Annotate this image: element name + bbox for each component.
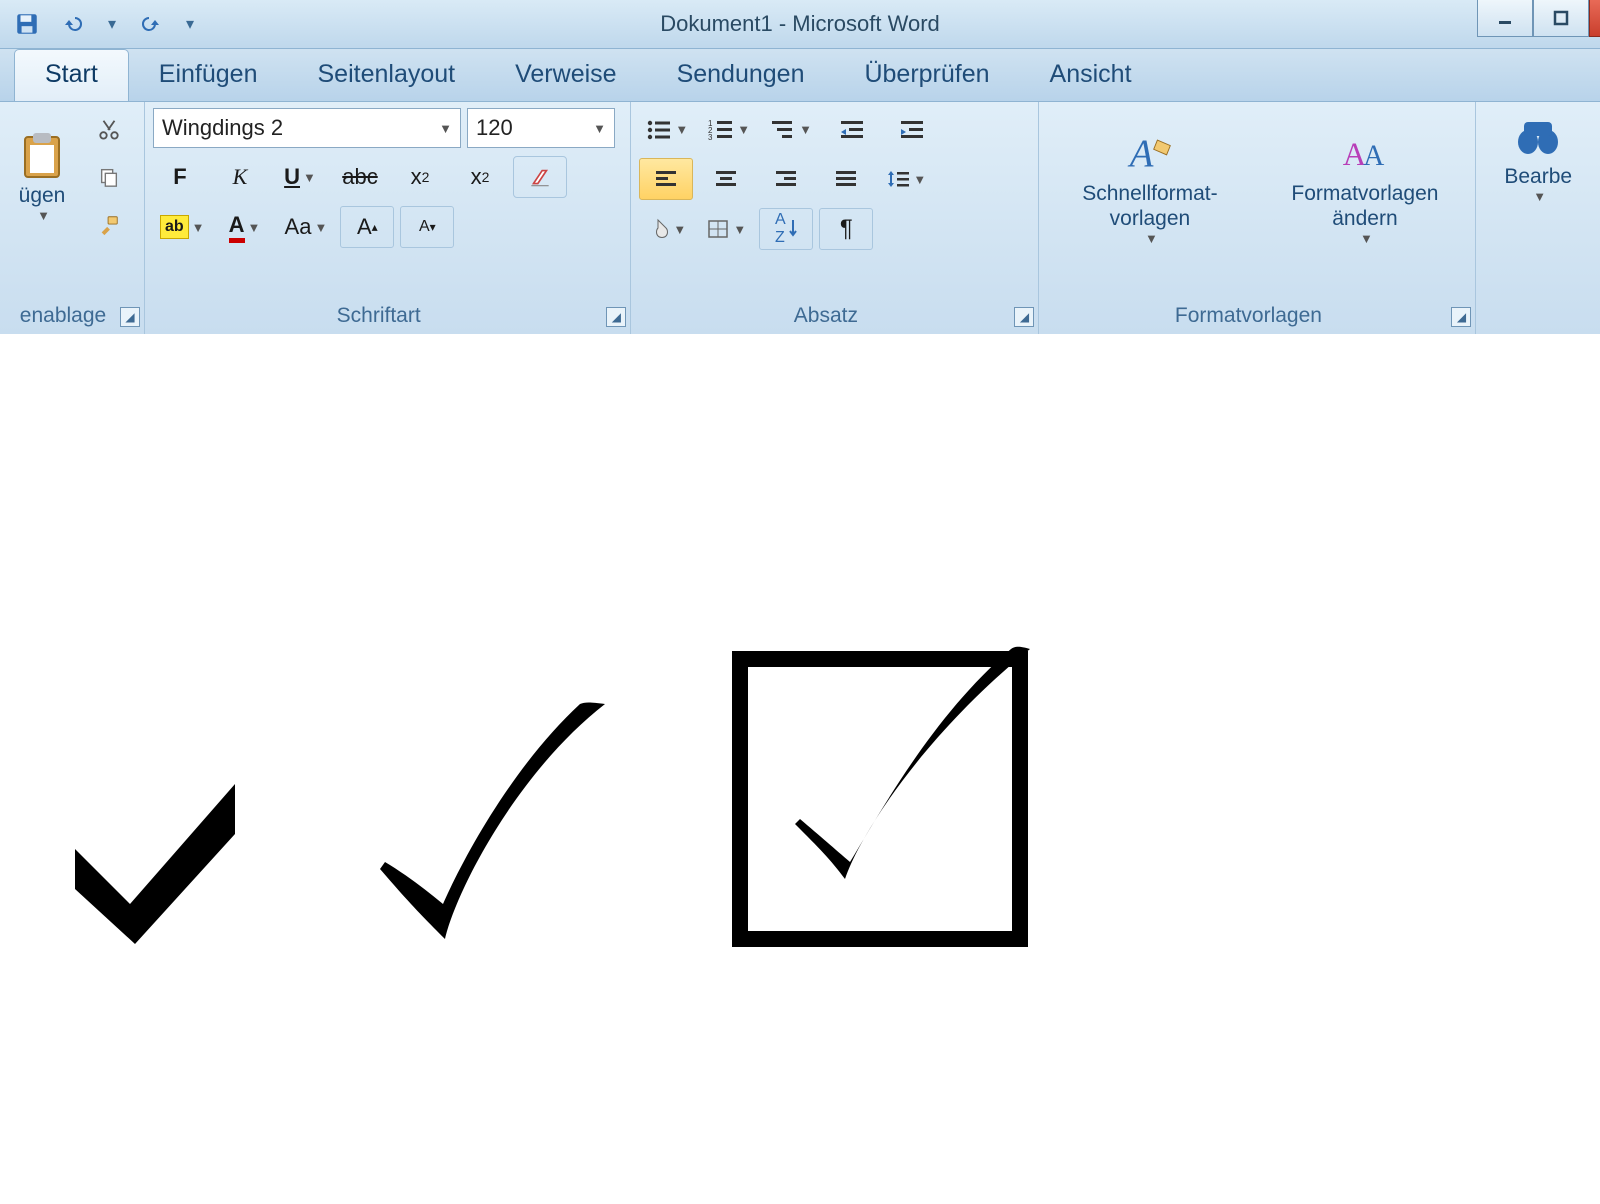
redo-button[interactable] <box>134 7 168 41</box>
quick-styles-label: Schnellformat- vorlagen <box>1082 181 1217 231</box>
paste-button[interactable]: ügen ▼ <box>8 108 76 246</box>
font-color-button[interactable]: A▼ <box>218 206 272 248</box>
show-hide-button[interactable]: ¶ <box>819 208 873 250</box>
strikethrough-button[interactable]: abc <box>333 156 387 198</box>
clear-formatting-button[interactable] <box>513 156 567 198</box>
borders-button[interactable]: ▼ <box>699 208 753 250</box>
ribbon-tabs: Start Einfügen Seitenlayout Verweise Sen… <box>0 49 1600 102</box>
binoculars-icon <box>1514 112 1562 160</box>
heavy-check-symbol <box>55 754 245 954</box>
svg-text:3: 3 <box>708 133 713 140</box>
align-left-button[interactable] <box>639 158 693 200</box>
minimize-button[interactable] <box>1477 0 1533 37</box>
light-check-symbol <box>355 694 615 954</box>
qat-dropdown[interactable]: ▾ <box>102 10 122 38</box>
tab-mailings[interactable]: Sendungen <box>647 50 835 101</box>
font-name-combo[interactable]: Wingdings 2▼ <box>153 108 461 148</box>
group-label-clipboard: enablage <box>0 304 126 328</box>
group-styles: A Schnellformat- vorlagen▼ AA Formatvorl… <box>1039 102 1476 334</box>
editing-label: Bearbe <box>1504 164 1572 189</box>
group-label-paragraph: Absatz <box>631 304 1020 328</box>
dialog-launcher-styles[interactable]: ◢ <box>1451 307 1471 327</box>
decrease-indent-button[interactable] <box>825 108 879 150</box>
numbering-button[interactable]: 123▼ <box>701 108 757 150</box>
tab-insert[interactable]: Einfügen <box>129 50 288 101</box>
save-button[interactable] <box>10 7 44 41</box>
document-area[interactable] <box>0 334 1600 1202</box>
justify-button[interactable] <box>819 158 873 200</box>
svg-text:A: A <box>1363 140 1384 172</box>
styles-a-icon: A <box>1126 129 1174 177</box>
quick-access-toolbar: ▾ ▾ <box>0 7 200 41</box>
change-styles-button[interactable]: AA Formatvorlagen ändern▼ <box>1262 125 1467 251</box>
group-label-font: Schriftart <box>145 304 612 328</box>
chevron-down-icon: ▼ <box>34 208 50 224</box>
quick-styles-button[interactable]: A Schnellformat- vorlagen▼ <box>1047 125 1252 251</box>
italic-button[interactable]: K <box>213 156 267 198</box>
change-case-button[interactable]: Aa▼ <box>278 206 335 248</box>
group-font: Wingdings 2▼ 120▼ F K U▼ abc x2 x2 ab▼ <box>145 102 631 334</box>
bold-button[interactable]: F <box>153 156 207 198</box>
clipboard-icon <box>18 131 66 179</box>
cut-button[interactable] <box>82 108 136 150</box>
paste-label: ügen <box>19 183 66 208</box>
format-painter-button[interactable] <box>82 204 136 246</box>
sort-button[interactable]: AZ <box>759 208 813 250</box>
increase-indent-button[interactable] <box>885 108 939 150</box>
font-size-combo[interactable]: 120▼ <box>467 108 615 148</box>
svg-text:A: A <box>1127 132 1154 175</box>
maximize-button[interactable] <box>1533 0 1589 37</box>
tab-view[interactable]: Ansicht <box>1020 50 1162 101</box>
tab-references[interactable]: Verweise <box>485 50 646 101</box>
shading-button[interactable]: ▼ <box>639 208 693 250</box>
multilevel-list-button[interactable]: ▼ <box>763 108 819 150</box>
group-editing: Bearbe▼ <box>1476 102 1600 334</box>
tab-review[interactable]: Überprüfen <box>834 50 1019 101</box>
font-size-value: 120 <box>476 115 513 141</box>
ribbon: ügen ▼ enablage ◢ Wingdings 2▼ <box>0 102 1600 335</box>
font-name-value: Wingdings 2 <box>162 115 283 141</box>
dialog-launcher-font[interactable]: ◢ <box>606 307 626 327</box>
group-label-styles: Formatvorlagen <box>1039 304 1457 328</box>
close-button[interactable] <box>1589 0 1600 37</box>
undo-button[interactable] <box>56 7 90 41</box>
tab-start[interactable]: Start <box>14 49 129 101</box>
tab-page-layout[interactable]: Seitenlayout <box>288 50 486 101</box>
qat-customize[interactable]: ▾ <box>180 10 200 38</box>
dialog-launcher-paragraph[interactable]: ◢ <box>1014 307 1034 327</box>
document-page[interactable] <box>0 404 1600 1204</box>
window-controls <box>1477 0 1600 37</box>
styles-aa-icon: AA <box>1341 129 1389 177</box>
group-paragraph: ▼ 123▼ ▼ ▼ ▼ ▼ AZ ¶ Absatz ◢ <box>631 102 1039 334</box>
window-title: Dokument1 - Microsoft Word <box>660 11 940 37</box>
find-button[interactable]: Bearbe▼ <box>1484 108 1592 209</box>
underline-button[interactable]: U▼ <box>273 156 327 198</box>
align-center-button[interactable] <box>699 158 753 200</box>
grow-font-button[interactable]: A▴ <box>340 206 394 248</box>
highlight-button[interactable]: ab▼ <box>153 206 212 248</box>
subscript-button[interactable]: x2 <box>393 156 447 198</box>
align-right-button[interactable] <box>759 158 813 200</box>
line-spacing-button[interactable]: ▼ <box>879 158 933 200</box>
title-bar: ▾ ▾ Dokument1 - Microsoft Word <box>0 0 1600 49</box>
superscript-button[interactable]: x2 <box>453 156 507 198</box>
change-styles-label: Formatvorlagen ändern <box>1291 181 1438 231</box>
document-content <box>55 634 1045 954</box>
dialog-launcher-clipboard[interactable]: ◢ <box>120 307 140 327</box>
shrink-font-button[interactable]: A▾ <box>400 206 454 248</box>
group-clipboard: ügen ▼ enablage ◢ <box>0 102 145 334</box>
checkbox-checked-symbol <box>725 634 1045 954</box>
bullets-button[interactable]: ▼ <box>639 108 695 150</box>
copy-button[interactable] <box>82 156 136 198</box>
